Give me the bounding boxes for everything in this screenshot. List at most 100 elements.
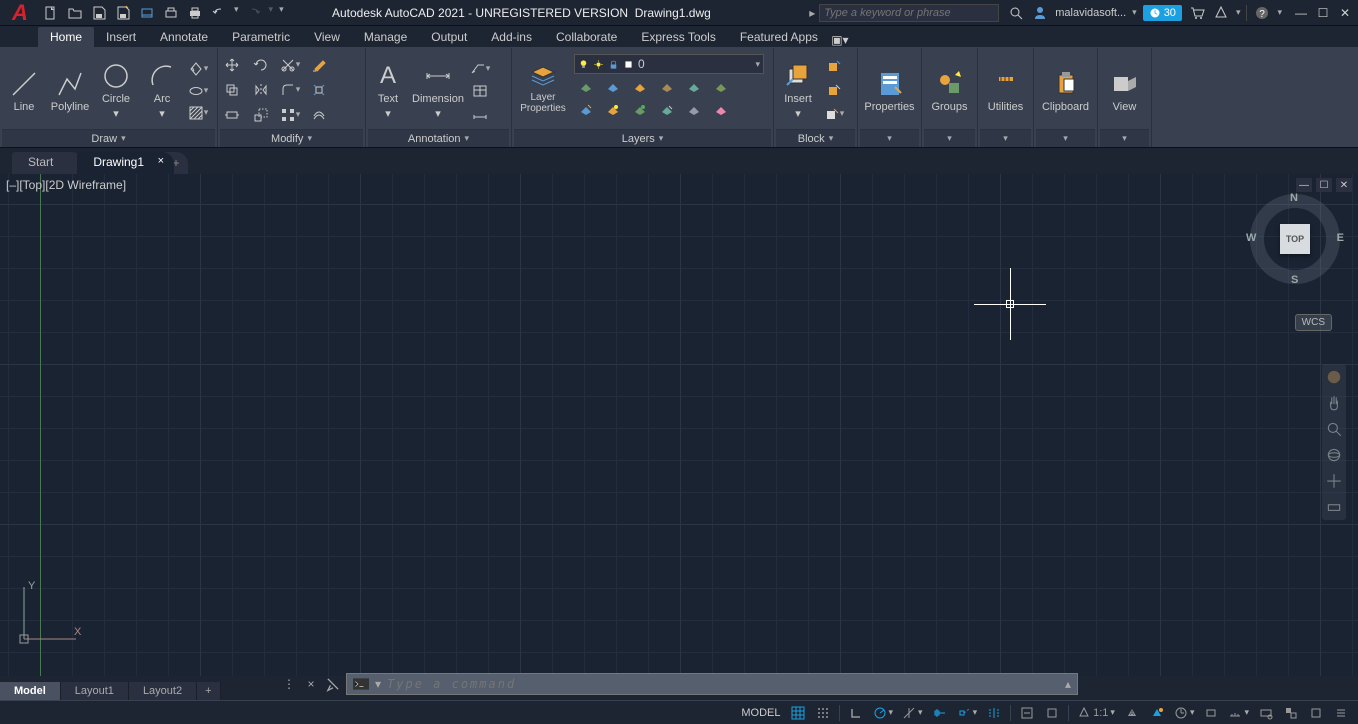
polyline-tool[interactable]: Polyline xyxy=(48,67,92,115)
undo-icon[interactable] xyxy=(210,4,228,22)
tab-collaborate[interactable]: Collaborate xyxy=(544,27,629,47)
create-block-icon[interactable] xyxy=(822,56,846,76)
vp-maximize-button[interactable]: ☐ xyxy=(1316,178,1332,192)
help-dropdown-icon[interactable]: ▾ xyxy=(1277,7,1282,18)
cart-icon[interactable] xyxy=(1188,4,1206,22)
web-mobile-icon[interactable] xyxy=(138,4,156,22)
file-tab-start[interactable]: Start xyxy=(12,152,83,174)
pan-icon[interactable] xyxy=(1325,394,1343,412)
stretch-icon[interactable] xyxy=(220,105,244,125)
status-annoscale-icon[interactable]: 1:1▾ xyxy=(1074,703,1118,723)
polygon-icon[interactable]: ▾ xyxy=(186,59,210,79)
layer-lock-icon[interactable] xyxy=(655,77,679,97)
nav-more-icon[interactable] xyxy=(1325,498,1343,516)
tab-addins[interactable]: Add-ins xyxy=(479,27,544,47)
line-tool[interactable]: Line xyxy=(2,67,46,115)
layer-thaw-icon[interactable] xyxy=(628,100,652,120)
layer-off-icon[interactable] xyxy=(574,77,598,97)
text-tool[interactable]: AText▾ xyxy=(368,59,408,122)
wcs-badge[interactable]: WCS xyxy=(1295,314,1332,331)
rotate-icon[interactable] xyxy=(249,55,273,75)
maximize-button[interactable]: ☐ xyxy=(1314,4,1332,22)
insert-block-tool[interactable]: Insert▾ xyxy=(776,59,820,122)
tab-view[interactable]: View xyxy=(302,27,352,47)
viewcube-s[interactable]: S xyxy=(1291,274,1298,286)
explode-icon[interactable] xyxy=(307,80,331,100)
close-tab-icon[interactable]: × xyxy=(158,155,164,167)
app-logo[interactable]: A xyxy=(4,1,36,25)
layer-dropdown[interactable]: 0 ▾ xyxy=(574,54,764,74)
plot-icon[interactable] xyxy=(162,4,180,22)
layer-unlock-icon[interactable] xyxy=(655,100,679,120)
status-annovis-icon[interactable]: A xyxy=(1121,703,1143,723)
viewcube[interactable]: TOP N S W E xyxy=(1250,194,1340,284)
tab-annotate[interactable]: Annotate xyxy=(148,27,220,47)
layout-tab-layout2[interactable]: Layout2 xyxy=(129,682,197,700)
viewcube-w[interactable]: W xyxy=(1246,232,1256,244)
cmd-close-icon[interactable]: × xyxy=(302,675,320,693)
layer-prev-icon[interactable] xyxy=(709,77,733,97)
file-tab-drawing1[interactable]: Drawing1× xyxy=(77,152,174,174)
search-input[interactable] xyxy=(819,4,999,22)
panel-layers-label[interactable]: Layers▾ xyxy=(514,129,771,147)
layer-match-icon[interactable] xyxy=(682,77,706,97)
trim-icon[interactable]: ▾ xyxy=(278,55,302,75)
redo-icon[interactable] xyxy=(245,4,263,22)
edit-block-icon[interactable] xyxy=(822,80,846,100)
tab-output[interactable]: Output xyxy=(419,27,479,47)
status-qp-icon[interactable] xyxy=(1041,703,1063,723)
status-tpy-icon[interactable] xyxy=(1016,703,1038,723)
autodesk-app-icon[interactable] xyxy=(1212,4,1230,22)
help-icon[interactable]: ? xyxy=(1253,4,1271,22)
cmd-handle-icon[interactable]: ⋮ xyxy=(280,675,298,693)
status-hw-icon[interactable] xyxy=(1255,703,1277,723)
utilities-tool[interactable]: Utilities xyxy=(981,67,1031,115)
panel-view-label[interactable]: ▾ xyxy=(1100,129,1149,147)
status-ws-icon[interactable]: ▾ xyxy=(1171,703,1198,723)
panel-block-label[interactable]: Block▾ xyxy=(776,129,855,147)
layout-tab-layout1[interactable]: Layout1 xyxy=(61,682,129,700)
copy-icon[interactable] xyxy=(220,80,244,100)
status-model[interactable]: MODEL xyxy=(738,703,783,723)
cmd-history-icon[interactable]: ▴ xyxy=(1065,677,1071,691)
status-lwt-icon[interactable] xyxy=(983,703,1005,723)
edit-attr-icon[interactable]: ▾ xyxy=(822,104,846,124)
vp-minimize-button[interactable]: — xyxy=(1296,178,1312,192)
panel-properties-label[interactable]: ▾ xyxy=(860,129,919,147)
clipboard-tool[interactable]: Clipboard xyxy=(1038,67,1094,115)
layer-copy-icon[interactable] xyxy=(709,100,733,120)
status-iso-icon[interactable] xyxy=(1280,703,1302,723)
table-icon[interactable] xyxy=(468,81,492,101)
saveas-icon[interactable] xyxy=(114,4,132,22)
circle-tool[interactable]: Circle▾ xyxy=(94,59,138,122)
status-customize-icon[interactable] xyxy=(1330,703,1352,723)
scale-icon[interactable] xyxy=(249,105,273,125)
minimize-button[interactable]: — xyxy=(1292,4,1310,22)
layer-makecurrent-icon[interactable] xyxy=(574,100,598,120)
panel-draw-label[interactable]: Draw▾ xyxy=(2,129,215,147)
status-clean-icon[interactable] xyxy=(1305,703,1327,723)
close-button[interactable]: ✕ xyxy=(1336,4,1354,22)
layer-properties-tool[interactable]: LayerProperties xyxy=(516,58,570,116)
leader-icon[interactable]: ▾ xyxy=(468,59,492,79)
fillet-icon[interactable]: ▾ xyxy=(278,80,302,100)
status-osnap-icon[interactable] xyxy=(929,703,951,723)
cmd-customize-icon[interactable] xyxy=(324,675,342,693)
status-autoscale-icon[interactable] xyxy=(1146,703,1168,723)
new-icon[interactable] xyxy=(42,4,60,22)
app-dropdown-icon[interactable]: ▾ xyxy=(1236,7,1241,18)
arc-tool[interactable]: Arc▾ xyxy=(140,59,184,122)
status-ortho-icon[interactable] xyxy=(845,703,867,723)
hatch-icon[interactable]: ▾ xyxy=(186,103,210,123)
command-input[interactable] xyxy=(387,677,1059,691)
layer-freeze-icon[interactable] xyxy=(628,77,652,97)
redo-dropdown-icon[interactable]: ▾ xyxy=(269,4,274,22)
status-polar-icon[interactable]: ▾ xyxy=(870,703,897,723)
layer-isolate-icon[interactable] xyxy=(601,77,625,97)
groups-tool[interactable]: Groups xyxy=(925,67,975,115)
vp-close-button[interactable]: ✕ xyxy=(1336,178,1352,192)
layer-change-icon[interactable] xyxy=(682,100,706,120)
ribbon-expand-icon[interactable]: ▣▾ xyxy=(830,33,850,47)
viewport-label[interactable]: [–][Top][2D Wireframe] xyxy=(6,178,126,192)
panel-modify-label[interactable]: Modify▾ xyxy=(220,129,363,147)
